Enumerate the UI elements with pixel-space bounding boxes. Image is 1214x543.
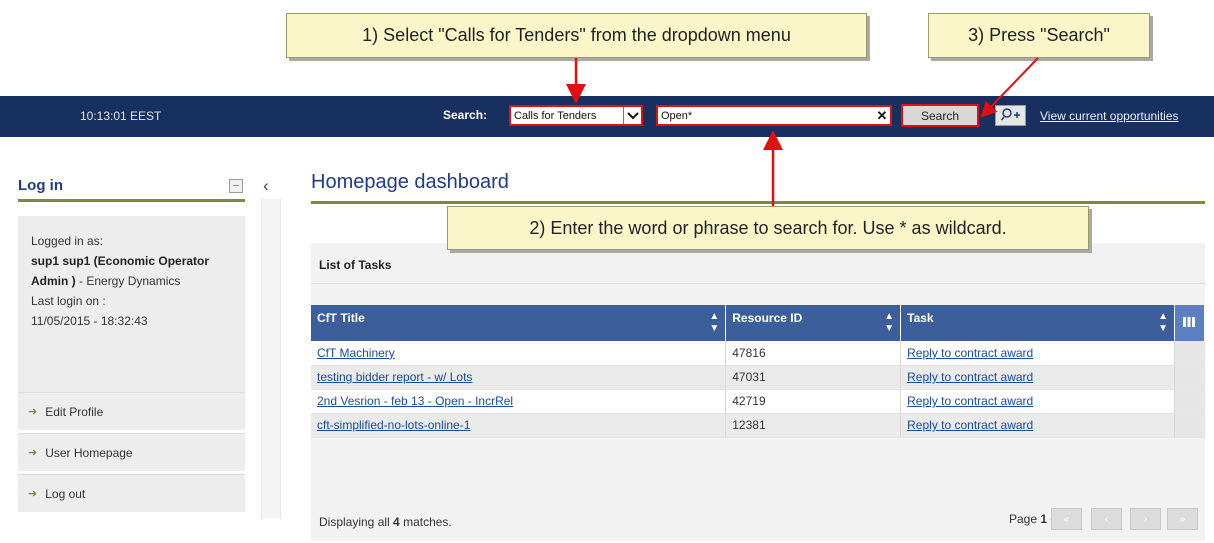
sidebar-item-edit-profile[interactable]: ➜ Edit Profile: [18, 392, 245, 430]
table-row: cft-simplified-no-lots-online-1 12381 Re…: [311, 413, 1205, 438]
column-label: CfT Title: [317, 311, 365, 325]
login-info: Logged in as: sup1 sup1 (Economic Operat…: [31, 231, 236, 331]
next-page-button[interactable]: ›: [1130, 508, 1161, 530]
page-title: Homepage dashboard: [311, 171, 509, 193]
task-cell: Reply to contract award: [900, 389, 1175, 414]
chevron-down-icon[interactable]: [623, 107, 641, 124]
tasks-table: CfT Title ▲ ▼ Resource ID ▲ ▼ Task ▲ ▼ CfT Mac…: [311, 305, 1206, 438]
callout-step-2: 2) Enter the word or phrase to search fo…: [447, 206, 1089, 250]
last-page-icon: »: [1179, 513, 1186, 525]
callout-step-1-text: 1) Select "Calls for Tenders" from the d…: [362, 25, 791, 45]
cft-title-link[interactable]: 2nd Vesrion - feb 13 - Open - IncrRel: [317, 394, 513, 408]
next-page-icon: ›: [1143, 513, 1148, 525]
task-link[interactable]: Reply to contract award: [907, 394, 1033, 408]
login-title-divider: [18, 199, 245, 202]
last-login-value: 11/05/2015 - 18:32:43: [31, 314, 148, 328]
top-bar: 10:13:01 EEST Search: Calls for Tenders …: [0, 96, 1214, 137]
clear-icon[interactable]: ✕: [874, 108, 890, 124]
row-filler: [1174, 413, 1205, 438]
callout-step-1: 1) Select "Calls for Tenders" from the d…: [286, 13, 867, 58]
table-row: testing bidder report - w/ Lots 47031 Re…: [311, 365, 1205, 390]
row-filler: [1174, 341, 1205, 366]
cft-title-cell: cft-simplified-no-lots-online-1: [311, 413, 727, 438]
sidebar-collapse-handle[interactable]: [261, 199, 281, 519]
row-filler: [1174, 365, 1205, 390]
advanced-search-button[interactable]: [995, 105, 1026, 126]
column-picker-button[interactable]: [1174, 305, 1206, 341]
table-header-row: CfT Title ▲ ▼ Resource ID ▲ ▼ Task ▲ ▼: [311, 305, 1206, 341]
callout-step-3-text: 3) Press "Search": [968, 25, 1110, 45]
task-link[interactable]: Reply to contract award: [907, 370, 1033, 384]
organisation: - Energy Dynamics: [75, 274, 181, 288]
sidebar-item-log-out[interactable]: ➜ Log out: [18, 474, 245, 512]
search-scope-select[interactable]: Calls for Tenders: [509, 105, 643, 126]
sidebar-toggle-icon[interactable]: ‹: [263, 176, 269, 196]
sidebar-item-user-homepage[interactable]: ➜ User Homepage: [18, 433, 245, 471]
column-header-task[interactable]: Task ▲ ▼: [900, 305, 1175, 341]
table-row: 2nd Vesrion - feb 13 - Open - IncrRel 42…: [311, 389, 1205, 414]
view-current-opportunities-link[interactable]: View current opportunities: [1040, 109, 1179, 123]
match-count-suffix: matches.: [399, 515, 452, 529]
resource-id-cell: 12381: [725, 413, 902, 438]
task-link[interactable]: Reply to contract award: [907, 346, 1033, 360]
logged-in-label: Logged in as:: [31, 234, 104, 248]
login-info-box: Logged in as: sup1 sup1 (Economic Operat…: [18, 216, 245, 392]
arrow-right-icon: ➜: [28, 406, 38, 418]
last-page-button[interactable]: »: [1167, 508, 1198, 530]
pager-prefix: Page: [1009, 512, 1041, 526]
match-count: Displaying all 4 matches.: [319, 515, 452, 529]
list-of-tasks-panel: List of Tasks CfT Title ▲ ▼ Resource ID ▲ ▼ …: [311, 243, 1206, 541]
search-button[interactable]: Search: [901, 104, 979, 127]
sort-icon[interactable]: ▲ ▼: [884, 311, 894, 335]
previous-page-button[interactable]: ‹: [1091, 508, 1122, 530]
search-input-value: Open*: [661, 109, 693, 122]
task-link[interactable]: Reply to contract award: [907, 418, 1033, 432]
panel-divider: [311, 283, 1205, 284]
search-label: Search:: [443, 108, 488, 122]
callout-step-2-text: 2) Enter the word or phrase to search fo…: [529, 217, 1007, 238]
search-scope-value: Calls for Tenders: [514, 109, 597, 122]
row-filler: [1174, 389, 1205, 414]
page-title-divider: [311, 201, 1205, 204]
sidebar-item-label: Edit Profile: [45, 404, 104, 419]
task-cell: Reply to contract award: [900, 341, 1175, 366]
sort-icon[interactable]: ▲ ▼: [1158, 311, 1168, 335]
clock: 10:13:01 EEST: [80, 109, 162, 123]
resource-id-cell: 42719: [725, 389, 902, 414]
column-header-cft-title[interactable]: CfT Title ▲ ▼: [311, 305, 727, 341]
magnifier-plus-icon: [1000, 107, 1021, 124]
callout-step-3: 3) Press "Search": [928, 13, 1150, 58]
first-page-button[interactable]: «: [1051, 508, 1082, 530]
previous-page-icon: ‹: [1104, 513, 1109, 525]
cft-title-cell: CfT Machinery: [311, 341, 727, 366]
columns-icon: [1183, 316, 1196, 330]
task-cell: Reply to contract award: [900, 365, 1175, 390]
panel-title: List of Tasks: [319, 258, 392, 272]
table-row: CfT Machinery 47816 Reply to contract aw…: [311, 341, 1205, 366]
sidebar-item-label: User Homepage: [45, 445, 133, 460]
arrow-right-icon: ➜: [28, 488, 38, 500]
search-input[interactable]: Open* ✕: [656, 105, 892, 126]
task-cell: Reply to contract award: [900, 413, 1175, 438]
sidebar-item-label: Log out: [45, 486, 86, 501]
column-header-resource-id[interactable]: Resource ID ▲ ▼: [725, 305, 902, 341]
login-panel-title: Log in: [18, 177, 63, 194]
first-page-icon: «: [1063, 513, 1070, 525]
last-login-label: Last login on :: [31, 294, 106, 308]
resource-id-cell: 47031: [725, 365, 902, 390]
cft-title-link[interactable]: testing bidder report - w/ Lots: [317, 370, 472, 384]
arrow-right-icon: ➜: [28, 447, 38, 459]
collapse-icon[interactable]: –: [229, 179, 243, 193]
match-count-value: 4: [393, 515, 400, 529]
cft-title-cell: testing bidder report - w/ Lots: [311, 365, 727, 390]
column-label: Resource ID: [732, 311, 803, 325]
match-count-prefix: Displaying all: [319, 515, 394, 529]
cft-title-cell: 2nd Vesrion - feb 13 - Open - IncrRel: [311, 389, 727, 414]
cft-title-link[interactable]: CfT Machinery: [317, 346, 395, 360]
resource-id-cell: 47816: [725, 341, 902, 366]
column-label: Task: [907, 311, 934, 325]
search-button-label: Search: [920, 108, 960, 123]
sort-icon[interactable]: ▲ ▼: [709, 311, 719, 335]
cft-title-link[interactable]: cft-simplified-no-lots-online-1: [317, 418, 470, 432]
